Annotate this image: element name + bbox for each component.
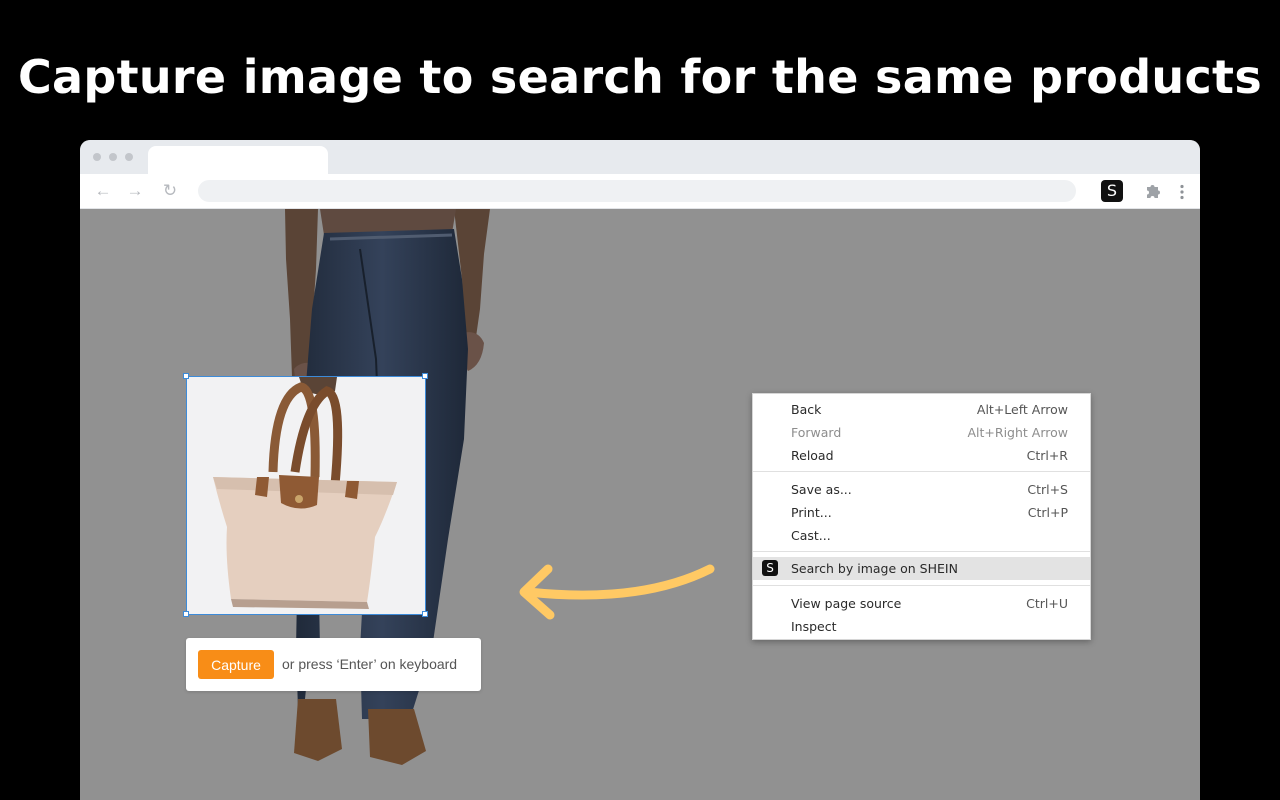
curved-arrow-icon xyxy=(519,564,715,620)
menu-item-label: Cast... xyxy=(791,528,831,543)
arrow-right-icon[interactable]: → xyxy=(125,182,145,200)
menu-item-shortcut: Ctrl+U xyxy=(1026,596,1068,611)
menu-item-shortcut: Alt+Left Arrow xyxy=(976,402,1068,417)
menu-item-back[interactable]: Back Alt+Left Arrow xyxy=(753,398,1090,421)
menu-item-label: Inspect xyxy=(791,619,837,634)
handbag-image xyxy=(187,377,425,614)
menu-item-shortcut: Alt+Right Arrow xyxy=(967,425,1069,440)
page-content: Capture or press ‘Enter’ on keyboard Bac… xyxy=(80,209,1200,800)
capture-toolbar: Capture or press ‘Enter’ on keyboard xyxy=(186,638,481,691)
menu-item-print[interactable]: Print... Ctrl+P xyxy=(753,501,1090,524)
menu-item-label: Print... xyxy=(791,505,832,520)
arrow-left-icon[interactable]: ← xyxy=(93,182,113,200)
browser-window: ← → ↻ S Capture or press ‘Enter’ on keyb… xyxy=(80,140,1200,800)
reload-icon[interactable]: ↻ xyxy=(160,182,180,200)
menu-item-forward[interactable]: Forward Alt+Right Arrow xyxy=(753,421,1090,444)
shein-s-icon[interactable]: S xyxy=(1101,180,1123,202)
menu-item-label: Back xyxy=(791,402,822,417)
maximize-window-dot[interactable] xyxy=(125,153,133,161)
menu-item-shortcut: Ctrl+S xyxy=(1027,482,1068,497)
menu-separator xyxy=(753,471,1090,472)
menu-item-save-as[interactable]: Save as... Ctrl+S xyxy=(753,478,1090,501)
address-bar[interactable] xyxy=(198,180,1076,202)
puzzle-icon[interactable] xyxy=(1144,182,1162,200)
browser-toolbar: ← → ↻ S xyxy=(80,174,1200,209)
menu-item-view-page-source[interactable]: View page source Ctrl+U xyxy=(753,592,1090,615)
menu-item-label: View page source xyxy=(791,596,902,611)
menu-item-label: Forward xyxy=(791,425,842,440)
tab-bar xyxy=(80,140,1200,174)
menu-item-label: Reload xyxy=(791,448,834,463)
menu-item-cast[interactable]: Cast... xyxy=(753,524,1090,547)
menu-separator xyxy=(753,585,1090,586)
resize-handle-bottom-left[interactable] xyxy=(183,611,189,617)
capture-button[interactable]: Capture xyxy=(198,650,274,679)
headline: Capture image to search for the same pro… xyxy=(17,50,1263,104)
menu-item-label: Search by image on SHEIN xyxy=(791,561,958,576)
shein-s-icon: S xyxy=(762,560,778,576)
menu-item-reload[interactable]: Reload Ctrl+R xyxy=(753,444,1090,467)
kebab-menu-icon[interactable] xyxy=(1178,184,1186,200)
menu-item-shortcut: Ctrl+R xyxy=(1026,448,1068,463)
menu-item-label: Save as... xyxy=(791,482,852,497)
resize-handle-top-left[interactable] xyxy=(183,373,189,379)
resize-handle-top-right[interactable] xyxy=(422,373,428,379)
resize-handle-bottom-right[interactable] xyxy=(422,611,428,617)
minimize-window-dot[interactable] xyxy=(109,153,117,161)
menu-item-inspect[interactable]: Inspect xyxy=(753,615,1090,638)
close-window-dot[interactable] xyxy=(93,153,101,161)
capture-selection-box[interactable] xyxy=(186,376,426,615)
menu-separator xyxy=(753,551,1090,552)
menu-item-search-by-image-shein[interactable]: S Search by image on SHEIN xyxy=(753,557,1090,580)
window-controls xyxy=(93,153,133,161)
active-tab[interactable] xyxy=(148,146,328,174)
capture-hint-text: or press ‘Enter’ on keyboard xyxy=(282,656,458,672)
menu-item-shortcut: Ctrl+P xyxy=(1027,505,1068,520)
context-menu: Back Alt+Left Arrow Forward Alt+Right Ar… xyxy=(752,393,1091,640)
